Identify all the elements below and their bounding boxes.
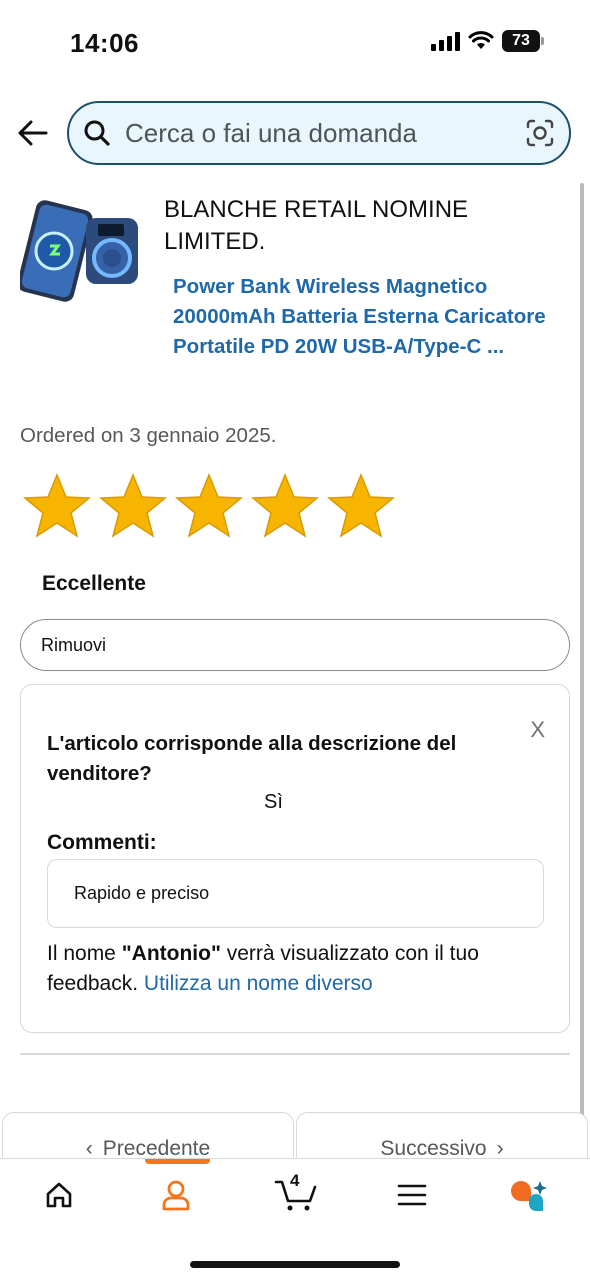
wifi-icon	[468, 31, 494, 49]
comment-field[interactable]: Rapido e preciso	[47, 859, 544, 928]
battery-icon: 73	[502, 30, 544, 52]
cart-count: 4	[290, 1171, 300, 1190]
search-icon	[84, 120, 110, 146]
menu-icon	[397, 1184, 427, 1206]
search-input[interactable]	[111, 117, 525, 149]
remove-button[interactable]: Rimuovi	[20, 619, 570, 671]
star-icon[interactable]	[326, 472, 396, 542]
nav-account[interactable]	[146, 1173, 206, 1217]
order-date: Ordered on 3 gennaio 2025.	[20, 424, 277, 447]
nav-menu[interactable]	[382, 1173, 442, 1217]
name-note: Il nome "Antonio" verrà visualizzato con…	[47, 939, 547, 999]
back-arrow-icon[interactable]	[16, 116, 50, 150]
star-icon[interactable]	[250, 472, 320, 542]
change-name-link[interactable]: Utilizza un nome diverso	[144, 972, 373, 995]
star-icon[interactable]	[98, 472, 168, 542]
feedback-answer: Sì	[264, 791, 283, 813]
camera-search-icon[interactable]	[525, 118, 555, 148]
star-icon[interactable]	[174, 472, 244, 542]
bottom-nav: 4	[0, 1158, 590, 1280]
star-icon[interactable]	[22, 472, 92, 542]
star-rating[interactable]	[22, 472, 396, 542]
search-bar[interactable]	[67, 101, 571, 165]
comment-text: Rapido e preciso	[74, 883, 210, 903]
home-indicator	[190, 1261, 400, 1268]
nav-home[interactable]	[29, 1173, 89, 1217]
close-button[interactable]: X	[530, 717, 545, 743]
seller-name: BLANCHE RETAIL NOMINE LIMITED.	[164, 196, 469, 255]
nav-cart[interactable]: 4	[266, 1171, 326, 1217]
feedback-question: L'articolo corrisponde alla descrizione …	[47, 732, 457, 785]
name-note-prefix: Il nome	[47, 942, 122, 965]
product-image[interactable]	[20, 196, 142, 304]
signal-icon	[431, 31, 460, 51]
active-tab-indicator	[145, 1159, 210, 1164]
home-icon	[46, 1182, 72, 1208]
ai-assistant-icon	[511, 1181, 547, 1211]
status-time: 14:06	[70, 28, 139, 58]
reviewer-name: "Antonio"	[121, 942, 221, 965]
feedback-card: X L'articolo corrisponde alla descrizion…	[20, 684, 570, 1033]
comments-label: Commenti:	[47, 831, 157, 854]
rating-label: Eccellente	[42, 572, 146, 595]
scrollbar[interactable]	[580, 183, 584, 1143]
account-icon	[162, 1180, 190, 1211]
divider	[20, 1053, 570, 1055]
nav-ai-assistant[interactable]	[499, 1173, 559, 1217]
product-title-link[interactable]: Power Bank Wireless Magnetico 20000mAh B…	[173, 272, 553, 362]
status-icons: 73	[431, 30, 544, 52]
